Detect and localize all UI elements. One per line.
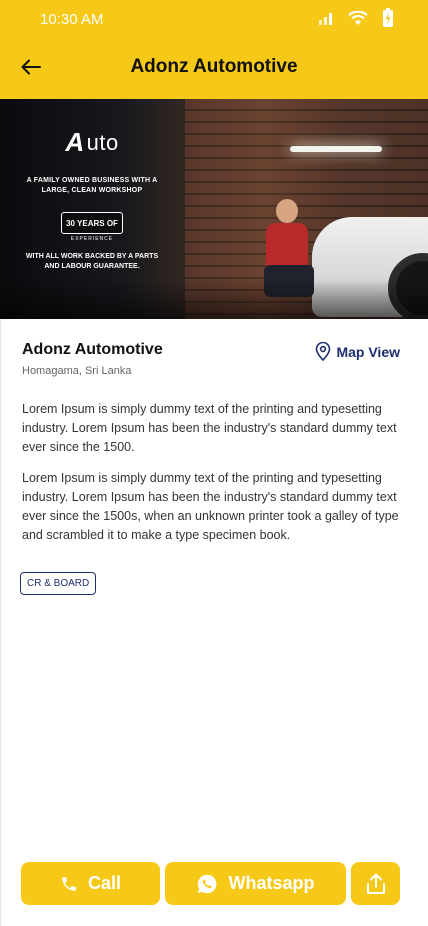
phone-icon [62, 876, 76, 891]
banner-carousel[interactable]: Auto A FAMILY OWNED BUSINESS WITH A LARG… [0, 99, 428, 319]
promo-badge: 30 YEARS OF [61, 212, 123, 234]
page-title: Adonz Automotive [130, 56, 298, 77]
business-description: Lorem Ipsum is simply dummy text of the … [22, 471, 399, 542]
banner-floor [0, 279, 428, 319]
business-description: Lorem Ipsum is simply dummy text of the … [22, 402, 397, 454]
call-label: Call [87, 873, 121, 893]
banner-promo: Auto A FAMILY OWNED BUSINESS WITH A LARG… [22, 127, 162, 272]
action-bar: Call Whatsapp [21, 862, 400, 905]
promo-headline: A FAMILY OWNED BUSINESS WITH A LARGE, CL… [26, 177, 158, 194]
map-view-label: Map View [336, 343, 400, 360]
share-icon [366, 873, 385, 894]
promo-guarantee: WITH ALL WORK BACKED BY A PARTS AND LABO… [25, 253, 159, 270]
business-name: Adonz Automotive [22, 341, 163, 358]
app-header: 10:30 AM Adonz Automotive [0, 0, 428, 99]
promo-logo: Auto [65, 127, 119, 157]
battery-charging-icon [383, 8, 393, 27]
signal-icon [319, 13, 332, 25]
map-view-link[interactable]: Map View [315, 342, 400, 361]
status-icons [318, 8, 394, 28]
status-time: 10:30 AM [40, 11, 104, 28]
whatsapp-label: Whatsapp [228, 873, 315, 893]
call-button[interactable]: Call [21, 862, 160, 905]
status-bar: 10:30 AM [0, 0, 428, 38]
wifi-icon [348, 10, 368, 25]
whatsapp-button[interactable]: Whatsapp [165, 862, 346, 905]
location-pin-icon [316, 342, 331, 361]
share-button[interactable] [351, 862, 400, 905]
business-location: Homagama, Sri Lanka [22, 365, 132, 377]
category-tag[interactable]: CR & BOARD [20, 572, 97, 595]
whatsapp-icon [198, 874, 217, 893]
business-details: Adonz Automotive Homagama, Sri Lanka Map… [0, 319, 428, 926]
banner-lamp [290, 146, 382, 152]
promo-badge-sub: EXPERIENCE [70, 236, 114, 242]
